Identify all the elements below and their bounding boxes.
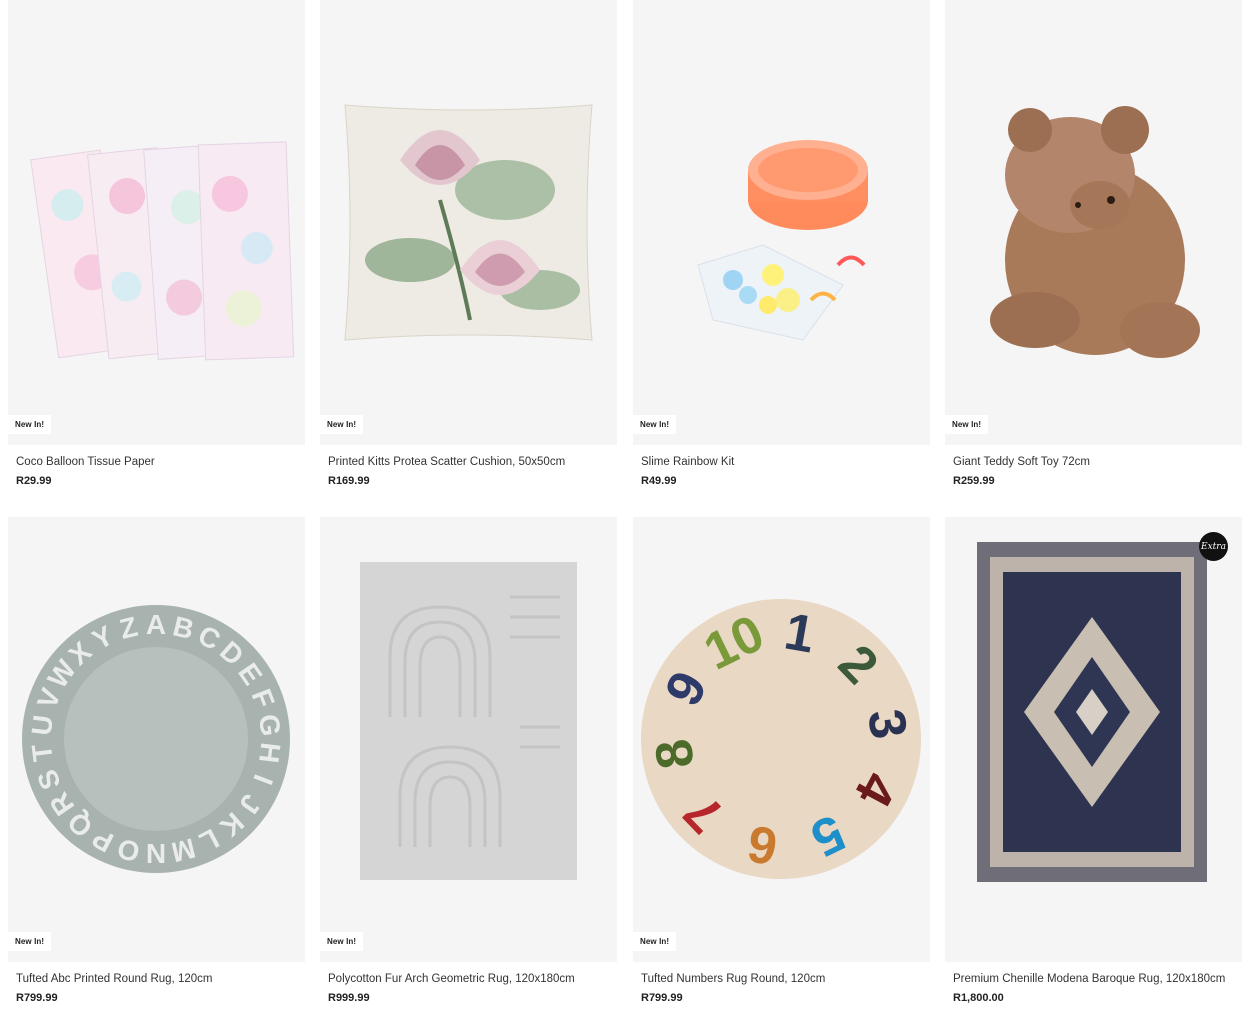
extra-logo-badge: Extra (1199, 532, 1228, 561)
baroque-rug-image (977, 542, 1207, 882)
slime-kit-image (697, 140, 868, 341)
product-card[interactable]: ABCDEFGHIJKLMNOPQRSTUVWXYZ New In! Tufte… (8, 517, 305, 1004)
protea-cushion-image (344, 104, 593, 341)
new-in-badge: New In! (945, 415, 989, 434)
abc-rug-image: A BCDEFGHIJKLMNOPQRSTUVWXYZ (22, 605, 290, 873)
product-image[interactable]: New In! (945, 0, 1242, 445)
product-image[interactable]: New In! (320, 517, 617, 962)
product-image[interactable]: Extra (945, 517, 1242, 962)
product-card[interactable]: New In! Giant Teddy Soft Toy 72cm R259.9… (945, 0, 1242, 487)
product-image[interactable]: ABCDEFGHIJKLMNOPQRSTUVWXYZ New In! (8, 517, 305, 962)
product-card[interactable]: New In! Polycotton Fur Arch Geometric Ru… (320, 517, 617, 1004)
product-title[interactable]: Tufted Numbers Rug Round, 120cm (641, 972, 930, 986)
product-card[interactable]: New In! Slime Rainbow Kit R49.99 (633, 0, 930, 487)
new-in-badge: New In! (8, 932, 52, 951)
product-title[interactable]: Giant Teddy Soft Toy 72cm (953, 455, 1242, 469)
product-grid: New In! Coco Balloon Tissue Paper R29.99… (0, 0, 1250, 1034)
product-price: R799.99 (641, 992, 683, 1004)
arch-rug-image (360, 562, 577, 880)
rug-letter: A (146, 609, 166, 640)
rug-letter: U (26, 713, 59, 737)
product-price: R29.99 (16, 475, 52, 487)
product-card[interactable]: Extra Premium Chenille Modena Baroque Ru… (945, 517, 1242, 1004)
product-image[interactable]: New In! (320, 0, 617, 445)
product-price: R1,800.00 (953, 992, 1004, 1004)
product-title[interactable]: Premium Chenille Modena Baroque Rug, 120… (953, 972, 1242, 986)
rug-letter: G (253, 713, 286, 738)
new-in-badge: New In! (633, 415, 677, 434)
new-in-badge: New In! (320, 932, 364, 951)
new-in-badge: New In! (633, 932, 677, 951)
product-title[interactable]: Slime Rainbow Kit (641, 455, 930, 469)
product-card[interactable]: New In! Printed Kitts Protea Scatter Cus… (320, 0, 617, 487)
product-price: R799.99 (16, 992, 58, 1004)
product-title[interactable]: Polycotton Fur Arch Geometric Rug, 120x1… (328, 972, 617, 986)
product-title[interactable]: Coco Balloon Tissue Paper (16, 455, 305, 469)
product-image[interactable]: New In! (633, 0, 930, 445)
product-price: R169.99 (328, 475, 370, 487)
rug-letter: N (146, 838, 166, 869)
product-image[interactable]: 1 2 3 4 5 6 7 8 9 10 New In! (633, 517, 930, 962)
product-price: R999.99 (328, 992, 370, 1004)
new-in-badge: New In! (320, 415, 364, 434)
product-title[interactable]: Printed Kitts Protea Scatter Cushion, 50… (328, 455, 617, 469)
teddy-bear-image (990, 106, 1200, 358)
product-card[interactable]: New In! Coco Balloon Tissue Paper R29.99 (8, 0, 305, 487)
tissue-paper-image (30, 141, 295, 361)
product-card[interactable]: 1 2 3 4 5 6 7 8 9 10 New In! Tufted Numbers Rug R… (633, 517, 930, 1004)
product-title[interactable]: Tufted Abc Printed Round Rug, 120cm (16, 972, 305, 986)
numbers-rug-image: 12345678910 (641, 599, 921, 879)
product-price: R259.99 (953, 475, 995, 487)
new-in-badge: New In! (8, 415, 52, 434)
rug-letter: H (253, 741, 286, 765)
product-image[interactable]: New In! (8, 0, 305, 445)
product-price: R49.99 (641, 475, 677, 487)
